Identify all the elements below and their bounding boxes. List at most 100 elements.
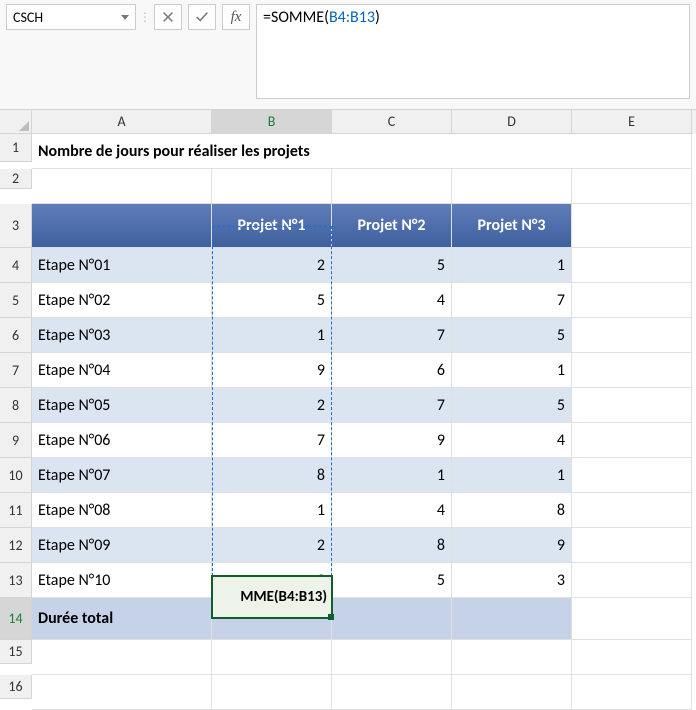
cell[interactable] bbox=[212, 169, 332, 204]
row-header[interactable]: 1 bbox=[0, 134, 32, 162]
cell[interactable]: 5 bbox=[452, 318, 572, 353]
formula-input[interactable]: =SOMME(B4:B13) bbox=[256, 4, 690, 99]
footer-label[interactable]: Durée total bbox=[32, 598, 212, 640]
cell[interactable] bbox=[452, 598, 572, 640]
cell[interactable] bbox=[572, 458, 692, 493]
cell[interactable] bbox=[332, 640, 452, 675]
etape-label[interactable]: Etape N°07 bbox=[32, 458, 212, 493]
cell[interactable] bbox=[332, 169, 452, 204]
cell[interactable] bbox=[452, 640, 572, 675]
etape-label[interactable]: Etape N°01 bbox=[32, 248, 212, 283]
cell[interactable] bbox=[572, 169, 692, 204]
row-header[interactable]: 6 bbox=[0, 318, 32, 353]
cell[interactable] bbox=[572, 353, 692, 388]
col-header-E[interactable]: E bbox=[572, 110, 692, 134]
etape-label[interactable]: Etape N°10 bbox=[32, 563, 212, 598]
cell[interactable] bbox=[32, 675, 212, 710]
cell[interactable] bbox=[32, 640, 212, 675]
select-all-corner[interactable] bbox=[0, 110, 32, 134]
cell[interactable]: 2 bbox=[212, 528, 332, 563]
cell-b14[interactable] bbox=[212, 598, 332, 640]
table-header[interactable]: Projet N°2 bbox=[332, 204, 452, 248]
cell[interactable]: 2 bbox=[212, 248, 332, 283]
cell[interactable]: 8 bbox=[212, 458, 332, 493]
row-header[interactable]: 12 bbox=[0, 528, 32, 563]
cell[interactable]: 4 bbox=[332, 283, 452, 318]
table-header[interactable]: Projet N°1 bbox=[212, 204, 332, 248]
cell[interactable]: 4 bbox=[332, 493, 452, 528]
cell[interactable]: 8 bbox=[332, 528, 452, 563]
cell[interactable]: 8 bbox=[452, 493, 572, 528]
cell[interactable] bbox=[572, 423, 692, 458]
col-header-D[interactable]: D bbox=[452, 110, 572, 134]
row-header[interactable]: 5 bbox=[0, 283, 32, 318]
cell[interactable]: 1 bbox=[452, 353, 572, 388]
cancel-button[interactable] bbox=[154, 4, 182, 30]
cell[interactable]: 6 bbox=[332, 353, 452, 388]
cell[interactable]: 5 bbox=[332, 248, 452, 283]
row-header[interactable]: 3 bbox=[0, 204, 32, 248]
etape-label[interactable]: Etape N°08 bbox=[32, 493, 212, 528]
cell[interactable]: 1 bbox=[212, 493, 332, 528]
etape-label[interactable]: Etape N°06 bbox=[32, 423, 212, 458]
cell[interactable] bbox=[572, 640, 692, 675]
row-header[interactable]: 4 bbox=[0, 248, 32, 283]
cell[interactable] bbox=[572, 675, 692, 710]
row-header[interactable]: 14 bbox=[0, 598, 32, 640]
etape-label[interactable]: Etape N°05 bbox=[32, 388, 212, 423]
cell[interactable] bbox=[452, 169, 572, 204]
cell[interactable] bbox=[572, 204, 692, 248]
cell[interactable]: 7 bbox=[212, 423, 332, 458]
cell[interactable]: 1 bbox=[332, 458, 452, 493]
row-header[interactable]: 16 bbox=[0, 675, 32, 699]
fx-button[interactable]: fx bbox=[222, 4, 250, 30]
cell[interactable]: 7 bbox=[332, 388, 452, 423]
cell[interactable] bbox=[32, 169, 212, 204]
cell[interactable] bbox=[332, 598, 452, 640]
table-header[interactable]: Projet N°3 bbox=[452, 204, 572, 248]
row-header[interactable]: 11 bbox=[0, 493, 32, 528]
cell[interactable] bbox=[452, 675, 572, 710]
cell[interactable] bbox=[572, 388, 692, 423]
col-header-B[interactable]: B bbox=[212, 110, 332, 134]
cell[interactable]: 1 bbox=[452, 458, 572, 493]
etape-label[interactable]: Etape N°02 bbox=[32, 283, 212, 318]
cell[interactable]: 9 bbox=[212, 563, 332, 598]
cell[interactable]: 7 bbox=[332, 318, 452, 353]
etape-label[interactable]: Etape N°04 bbox=[32, 353, 212, 388]
cell[interactable] bbox=[212, 675, 332, 710]
cell[interactable]: 4 bbox=[452, 423, 572, 458]
row-header[interactable]: 13 bbox=[0, 563, 32, 598]
row-header[interactable]: 7 bbox=[0, 353, 32, 388]
cell[interactable] bbox=[572, 248, 692, 283]
cell[interactable] bbox=[572, 318, 692, 353]
cell[interactable] bbox=[572, 528, 692, 563]
cell[interactable]: 1 bbox=[452, 248, 572, 283]
cell[interactable] bbox=[212, 640, 332, 675]
cell[interactable]: 5 bbox=[452, 388, 572, 423]
name-box[interactable]: CSCH bbox=[6, 4, 136, 30]
col-header-A[interactable]: A bbox=[32, 110, 212, 134]
row-header[interactable]: 9 bbox=[0, 423, 32, 458]
etape-label[interactable]: Etape N°09 bbox=[32, 528, 212, 563]
row-header[interactable]: 8 bbox=[0, 388, 32, 423]
col-header-C[interactable]: C bbox=[332, 110, 452, 134]
cell[interactable] bbox=[332, 675, 452, 710]
row-header[interactable]: 2 bbox=[0, 169, 32, 189]
cell[interactable] bbox=[572, 563, 692, 598]
confirm-button[interactable] bbox=[188, 4, 216, 30]
cell[interactable] bbox=[572, 283, 692, 318]
table-header[interactable] bbox=[32, 204, 212, 248]
cell[interactable]: 9 bbox=[212, 353, 332, 388]
etape-label[interactable]: Etape N°03 bbox=[32, 318, 212, 353]
cell[interactable]: 2 bbox=[212, 388, 332, 423]
row-header[interactable]: 10 bbox=[0, 458, 32, 493]
cell[interactable]: 9 bbox=[452, 528, 572, 563]
cell[interactable]: 5 bbox=[332, 563, 452, 598]
cell[interactable]: 9 bbox=[332, 423, 452, 458]
cell[interactable]: 3 bbox=[452, 563, 572, 598]
cell[interactable]: 1 bbox=[212, 318, 332, 353]
row-header[interactable]: 15 bbox=[0, 640, 32, 664]
cell[interactable]: 7 bbox=[452, 283, 572, 318]
title-cell[interactable]: Nombre de jours pour réaliser les projet… bbox=[32, 134, 692, 169]
